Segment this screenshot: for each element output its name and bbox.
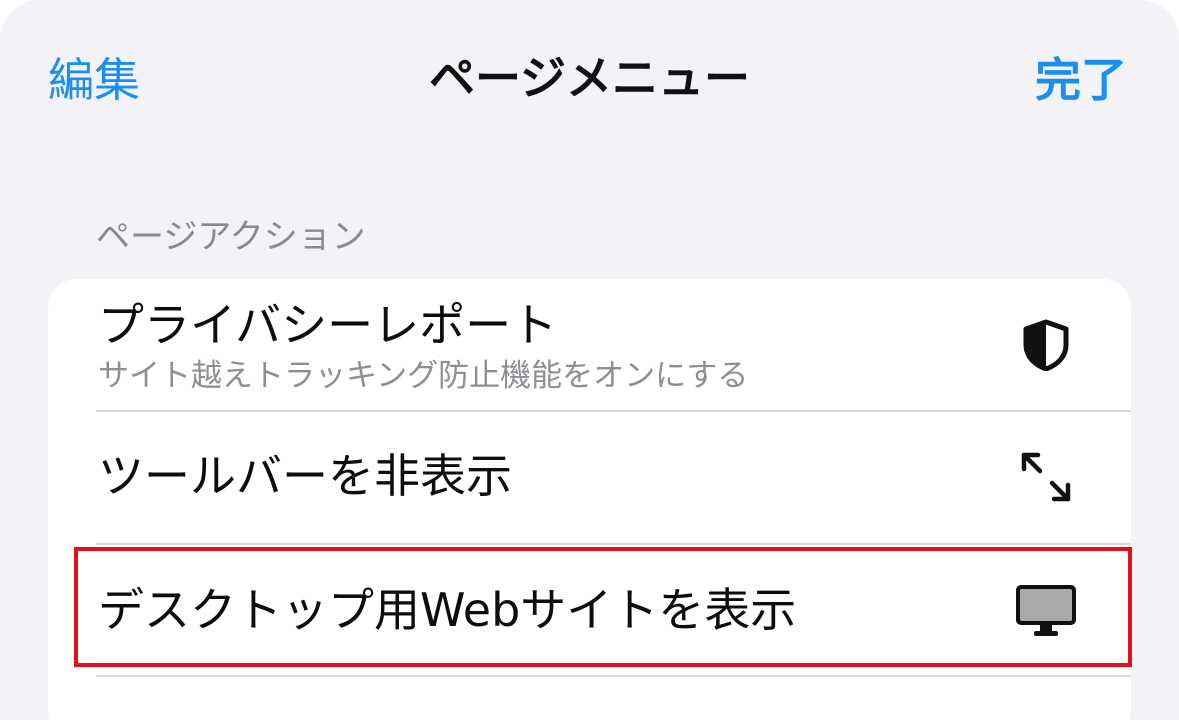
expand-arrows-icon: [1008, 439, 1084, 515]
done-button[interactable]: 完了: [1035, 50, 1127, 110]
hide-toolbar-label: ツールバーを非表示: [98, 449, 512, 503]
privacy-report-subtitle: サイト越えトラッキング防止機能をオンにする: [98, 358, 749, 394]
list-item-hide-toolbar[interactable]: ツールバーを非表示: [48, 412, 1131, 543]
highlight-box: [74, 547, 1132, 667]
divider: [96, 675, 1131, 677]
section-header-page-actions: ページアクション: [96, 217, 366, 257]
page-title: ページメニュー: [428, 51, 751, 105]
privacy-report-label: プライバシーレポート: [98, 298, 558, 352]
page-menu-sheet: 編集 ページメニュー 完了 ページアクション プライバシーレポート サイト越えト…: [0, 0, 1179, 720]
list-item-privacy-report[interactable]: プライバシーレポート サイト越えトラッキング防止機能をオンにする: [48, 279, 1131, 410]
shield-icon: [1008, 307, 1084, 383]
